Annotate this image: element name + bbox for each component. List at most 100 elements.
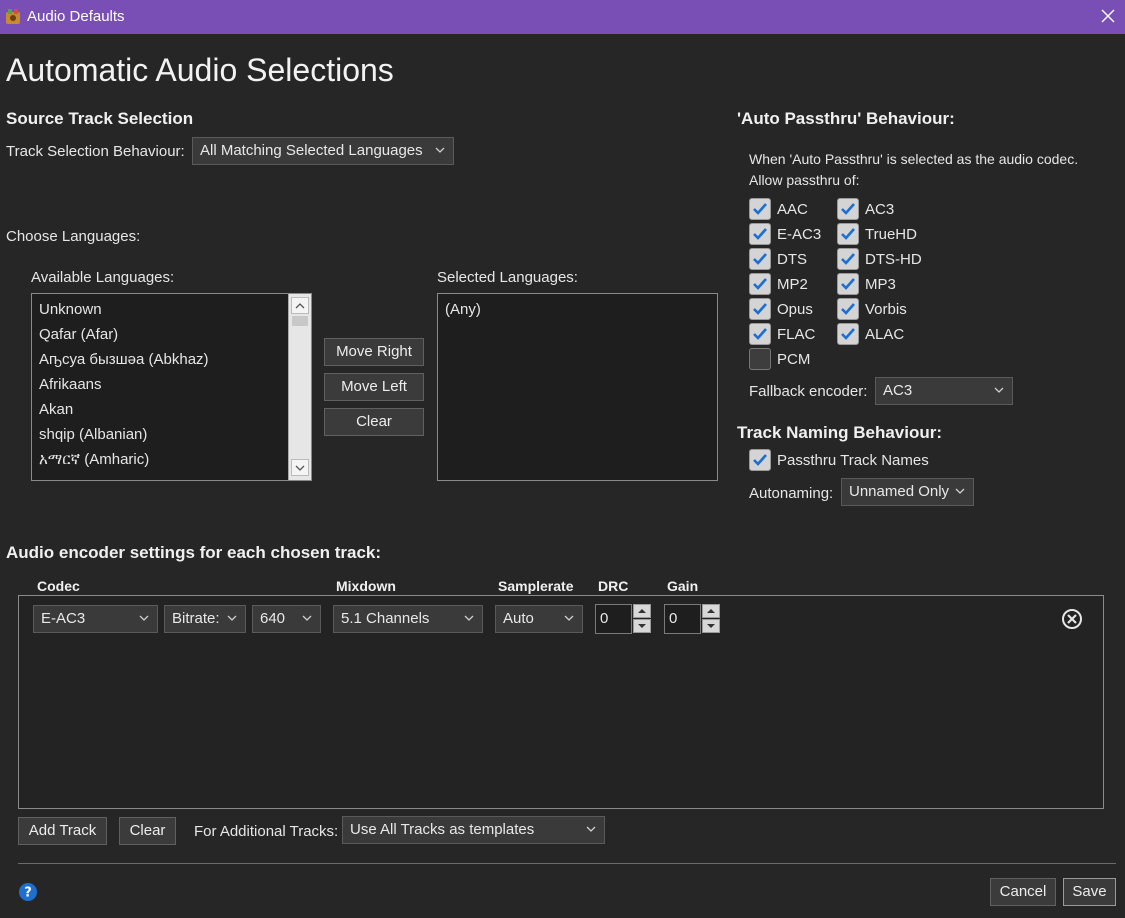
checkmark-icon — [841, 253, 855, 265]
move-right-button[interactable]: Move Right — [324, 338, 424, 366]
checkmark-icon — [753, 303, 767, 315]
passthru-checkbox[interactable] — [749, 198, 771, 220]
passthru-checkbox[interactable] — [749, 323, 771, 345]
passthru-checkbox-label: TrueHD — [865, 226, 917, 243]
clear-tracks-button[interactable]: Clear — [119, 817, 176, 845]
list-item[interactable]: Unknown — [32, 297, 311, 322]
list-item[interactable]: Akan — [32, 397, 311, 422]
list-item[interactable]: አማርኛ (Amharic) — [32, 447, 311, 472]
source-track-heading: Source Track Selection — [6, 109, 194, 128]
autonaming-dropdown[interactable]: Unnamed Only — [841, 478, 974, 506]
drc-increment-button[interactable] — [633, 604, 651, 618]
passthru-checkbox-label: E-AC3 — [777, 226, 822, 243]
chevron-down-icon — [435, 147, 445, 153]
close-button[interactable] — [1096, 4, 1120, 28]
list-item[interactable]: Afrikaans — [32, 372, 311, 397]
passthru-checkbox[interactable] — [749, 298, 771, 320]
codec-dropdown[interactable]: E-AC3 — [33, 605, 158, 633]
fallback-encoder-dropdown[interactable]: AC3 — [875, 377, 1013, 405]
bitrate-value: 640 — [260, 610, 286, 627]
list-item[interactable]: Аҧсуа бызшәа (Abkhaz) — [32, 347, 311, 372]
available-languages-list[interactable]: Unknown Qafar (Afar) Аҧсуа бызшәа (Abkhaz)… — [31, 293, 312, 481]
passthru-checkbox[interactable] — [749, 248, 771, 270]
gain-increment-button[interactable] — [702, 604, 720, 618]
autonaming-label: Autonaming: — [749, 485, 834, 502]
allow-passthru-label: Allow passthru of: — [749, 172, 860, 188]
help-icon: ? — [19, 883, 37, 901]
help-button[interactable]: ? — [18, 882, 38, 902]
auto-passthru-heading: 'Auto Passthru' Behaviour: — [737, 109, 955, 128]
passthru-checkbox-label: AAC — [777, 201, 808, 218]
move-left-button[interactable]: Move Left — [324, 373, 424, 401]
quality-mode-value: Bitrate: — [172, 610, 220, 627]
cancel-button[interactable]: Cancel — [990, 878, 1056, 906]
passthru-track-names-label: Passthru Track Names — [777, 452, 929, 469]
bitrate-dropdown[interactable]: 640 — [252, 605, 321, 633]
quality-mode-dropdown[interactable]: Bitrate: — [164, 605, 246, 633]
checkmark-icon — [841, 303, 855, 315]
passthru-checkbox-label: FLAC — [777, 326, 816, 343]
triangle-up-icon — [707, 609, 715, 613]
checkmark-icon — [841, 228, 855, 240]
passthru-checkbox[interactable] — [749, 223, 771, 245]
triangle-up-icon — [638, 609, 646, 613]
samplerate-dropdown[interactable]: Auto — [495, 605, 583, 633]
checkmark-icon — [753, 253, 767, 265]
page-title: Automatic Audio Selections — [6, 52, 394, 88]
passthru-checkbox[interactable] — [837, 323, 859, 345]
passthru-checkbox[interactable] — [837, 223, 859, 245]
available-languages-label: Available Languages: — [31, 269, 175, 286]
drc-input[interactable]: 0 — [595, 604, 632, 634]
column-gain: Gain — [667, 578, 699, 594]
selected-languages-label: Selected Languages: — [437, 269, 578, 286]
list-item[interactable]: (Any) — [438, 297, 717, 322]
passthru-checkbox-label: MP3 — [865, 276, 896, 293]
passthru-checkbox[interactable] — [749, 273, 771, 295]
passthru-checkbox[interactable] — [837, 298, 859, 320]
list-item[interactable]: shqip (Albanian) — [32, 422, 311, 447]
chevron-down-icon — [139, 615, 149, 621]
chevron-up-icon — [295, 302, 305, 308]
samplerate-value: Auto — [503, 610, 534, 627]
chevron-down-icon — [464, 615, 474, 621]
passthru-checkbox[interactable] — [837, 248, 859, 270]
chevron-down-icon — [564, 615, 574, 621]
column-samplerate: Samplerate — [498, 578, 574, 594]
available-list-scrollbar[interactable] — [288, 294, 311, 480]
save-button[interactable]: Save — [1063, 878, 1116, 906]
drc-decrement-button[interactable] — [633, 619, 651, 633]
gain-input[interactable]: 0 — [664, 604, 701, 634]
remove-track-button[interactable] — [1061, 608, 1085, 632]
passthru-checkbox[interactable] — [837, 198, 859, 220]
scroll-down-button[interactable] — [291, 459, 309, 476]
app-icon — [3, 7, 23, 27]
add-track-button[interactable]: Add Track — [18, 817, 107, 845]
passthru-track-names-checkbox[interactable] — [749, 449, 771, 471]
autonaming-value: Unnamed Only — [849, 483, 950, 500]
passthru-checkbox-label: AC3 — [865, 201, 895, 218]
passthru-checkbox-label: DTS-HD — [865, 251, 922, 268]
checkmark-icon — [753, 454, 767, 466]
triangle-down-icon — [638, 624, 646, 628]
selected-languages-list[interactable]: (Any) — [437, 293, 718, 481]
passthru-checkbox[interactable] — [749, 348, 771, 370]
additional-tracks-value: Use All Tracks as templates — [350, 821, 535, 838]
passthru-checkbox-label: DTS — [777, 251, 807, 268]
mixdown-value: 5.1 Channels — [341, 610, 430, 627]
checkmark-icon — [841, 278, 855, 290]
column-codec: Codec — [37, 578, 80, 594]
passthru-checkbox-label: Opus — [777, 301, 813, 318]
list-item[interactable]: Qafar (Afar) — [32, 322, 311, 347]
clear-languages-button[interactable]: Clear — [324, 408, 424, 436]
chevron-down-icon — [227, 615, 237, 621]
track-naming-heading: Track Naming Behaviour: — [737, 423, 943, 442]
passthru-checkbox[interactable] — [837, 273, 859, 295]
mixdown-dropdown[interactable]: 5.1 Channels — [333, 605, 483, 633]
scroll-up-button[interactable] — [291, 297, 309, 314]
passthru-description: When 'Auto Passthru' is selected as the … — [749, 151, 1079, 167]
scroll-thumb[interactable] — [292, 316, 308, 326]
additional-tracks-label: For Additional Tracks: — [194, 823, 339, 840]
additional-tracks-dropdown[interactable]: Use All Tracks as templates — [342, 816, 605, 844]
gain-decrement-button[interactable] — [702, 619, 720, 633]
track-selection-behaviour-dropdown[interactable]: All Matching Selected Languages — [192, 137, 454, 165]
